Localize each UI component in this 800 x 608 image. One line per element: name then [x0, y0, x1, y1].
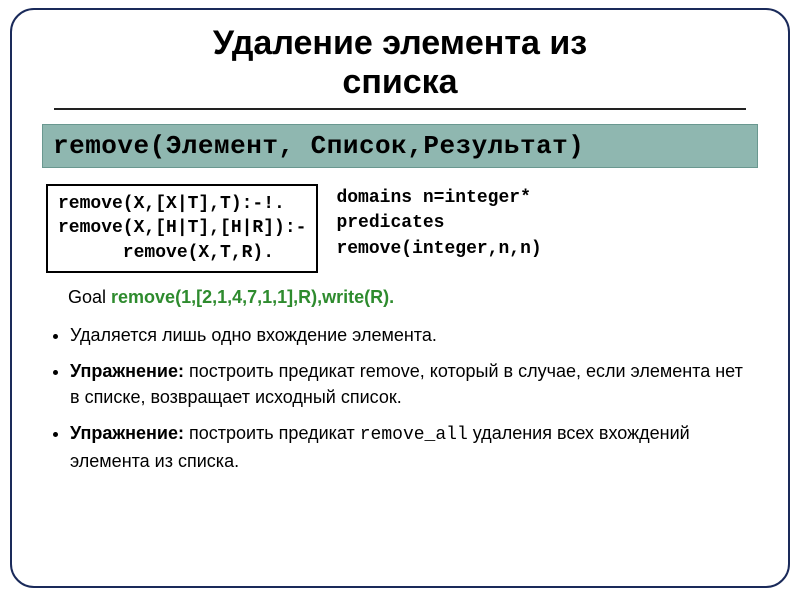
exercise-2-text-a: построить предикат: [184, 423, 360, 443]
title-line-2: списка: [342, 63, 457, 101]
goal-label: Goal: [68, 287, 111, 307]
list-item: Упражнение: построить предикат remove_al…: [70, 420, 754, 474]
note-1-text: Удаляется лишь одно вхождение элемента.: [70, 325, 437, 345]
list-item: Удаляется лишь одно вхождение элемента.: [70, 322, 754, 348]
exercise-label: Упражнение:: [70, 423, 184, 443]
predicate-signature-bar: remove(Элемент, Список,Результат): [42, 124, 758, 168]
code-rules-box: remove(X,[X|T],T):-!. remove(X,[H|T],[H|…: [46, 184, 318, 273]
goal-line: Goal remove(1,[2,1,4,7,1,1],R),write(R).: [68, 287, 760, 308]
predicate-signature: remove(Элемент, Список,Результат): [53, 131, 584, 161]
code-row: remove(X,[X|T],T):-!. remove(X,[H|T],[H|…: [40, 184, 760, 273]
slide-title: Удаление элемента из списка: [40, 24, 760, 102]
notes-list: Удаляется лишь одно вхождение элемента. …: [46, 322, 754, 474]
declarations-block: domains n=integer* predicates remove(int…: [336, 184, 541, 262]
title-line-1: Удаление элемента из: [213, 24, 587, 62]
goal-code: remove(1,[2,1,4,7,1,1],R),write(R).: [111, 287, 394, 307]
list-item: Упражнение: построить предикат remove, к…: [70, 358, 754, 410]
remove-all-code: remove_all: [360, 425, 468, 445]
slide-frame: Удаление элемента из списка remove(Элеме…: [10, 8, 790, 588]
exercise-label: Упражнение:: [70, 361, 184, 381]
title-divider: [54, 108, 746, 110]
